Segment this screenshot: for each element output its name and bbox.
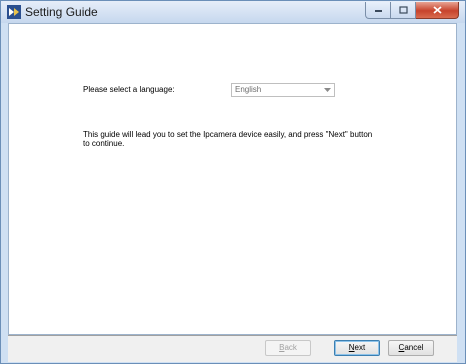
cancel-button-label: ancel bbox=[404, 343, 424, 352]
window-title: Setting Guide bbox=[25, 5, 98, 19]
guide-description: This guide will lead you to set the Ipca… bbox=[83, 130, 373, 148]
maximize-button[interactable] bbox=[391, 2, 416, 19]
next-button[interactable]: Next bbox=[334, 340, 380, 356]
next-button-label: ext bbox=[354, 343, 366, 352]
maximize-icon bbox=[398, 6, 408, 14]
cancel-button[interactable]: Cancel bbox=[388, 340, 434, 356]
setting-guide-app-icon bbox=[7, 5, 21, 19]
title-bar[interactable]: Setting Guide bbox=[1, 1, 465, 23]
setting-guide-window: Setting Guide Please select a language: bbox=[0, 0, 466, 364]
language-select-value: English bbox=[235, 85, 262, 94]
minimize-icon bbox=[374, 10, 382, 12]
minimize-button[interactable] bbox=[365, 2, 391, 19]
back-button[interactable]: Back bbox=[265, 340, 311, 356]
footer-divider bbox=[8, 335, 457, 336]
close-button[interactable] bbox=[416, 2, 459, 19]
language-label: Please select a language: bbox=[83, 85, 175, 94]
language-select[interactable]: English bbox=[231, 83, 335, 97]
chevron-down-icon bbox=[322, 85, 333, 95]
close-icon bbox=[432, 6, 442, 14]
button-bar: Back Next Cancel bbox=[8, 335, 457, 362]
caption-buttons bbox=[365, 2, 459, 20]
guide-content-area: Please select a language: English This g… bbox=[8, 23, 457, 335]
back-button-label: ack bbox=[284, 343, 297, 352]
